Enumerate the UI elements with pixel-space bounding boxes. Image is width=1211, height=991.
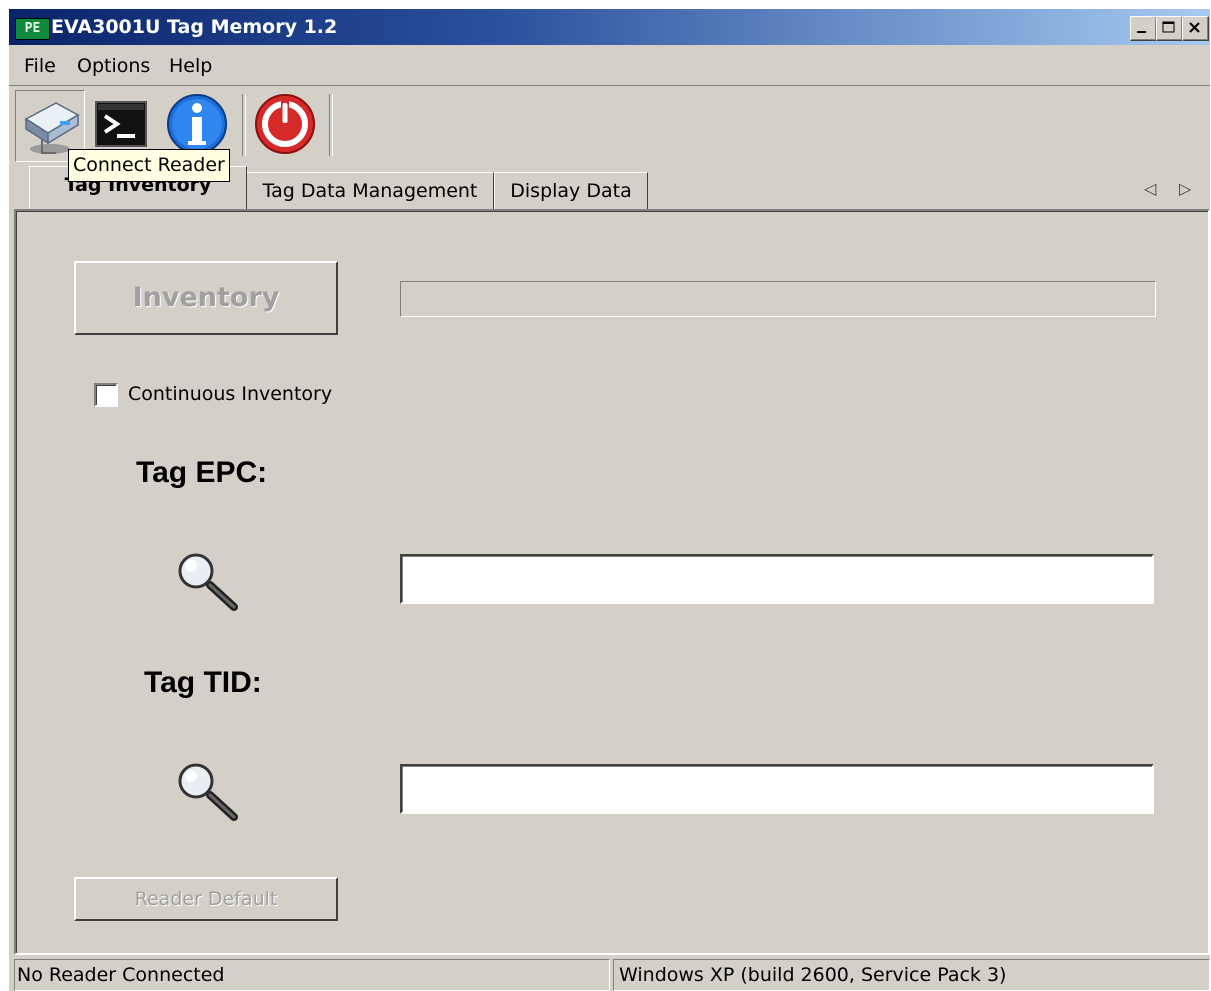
reader-default-button[interactable]: Reader Default (74, 877, 338, 921)
status-os: Windows XP (build 2600, Service Pack 3) (613, 959, 1210, 991)
menu-help-label: Help (169, 55, 213, 77)
magnifier-icon[interactable] (176, 551, 248, 615)
toolbar-separator (242, 94, 246, 156)
tag-epc-field[interactable] (400, 554, 1154, 604)
power-button[interactable] (251, 90, 319, 160)
tooltip: Connect Reader (68, 149, 230, 182)
inventory-progress-bar (400, 281, 1156, 317)
tab-scroll-left-icon[interactable]: ◁ (1144, 179, 1156, 198)
close-icon (1189, 22, 1200, 33)
tab-display-data[interactable]: Display Data (494, 172, 648, 210)
menu-help[interactable]: Help (169, 55, 212, 77)
toolbar-separator (329, 94, 333, 156)
menu-options-label: Options (77, 55, 151, 77)
menu-options[interactable]: Options (77, 55, 150, 77)
maximize-button[interactable] (1156, 16, 1183, 41)
maximize-icon (1162, 21, 1175, 33)
magnifier-icon[interactable] (176, 761, 248, 825)
tag-inventory-panel: Inventory Continuous Inventory Tag EPC: … (14, 209, 1210, 955)
minimize-button[interactable] (1130, 16, 1157, 41)
menu-file-label: File (24, 55, 56, 77)
continuous-inventory-checkbox[interactable] (94, 383, 118, 407)
status-connection: No Reader Connected (14, 959, 610, 991)
close-button[interactable] (1182, 16, 1209, 41)
menu-bar: File Options Help (9, 51, 1210, 79)
continuous-inventory-label: Continuous Inventory (128, 383, 333, 405)
app-logo-icon: PE (15, 18, 50, 40)
window-title: EVA3001U Tag Memory 1.2 (51, 16, 338, 38)
tab-label: Display Data (510, 180, 632, 202)
minimize-icon (1137, 31, 1146, 33)
tag-tid-label: Tag TID: (144, 666, 262, 699)
tag-tid-field[interactable] (400, 764, 1154, 814)
tab-tag-data-management[interactable]: Tag Data Management (246, 172, 494, 210)
tag-epc-label: Tag EPC: (136, 456, 268, 489)
title-bar[interactable]: PE EVA3001U Tag Memory 1.2 (9, 9, 1210, 45)
app-window: PE EVA3001U Tag Memory 1.2 File Options … (8, 9, 1210, 991)
power-icon (255, 94, 315, 154)
status-bar: No Reader Connected Windows XP (build 26… (9, 959, 1210, 991)
tab-label: Tag Data Management (262, 180, 478, 202)
menu-file[interactable]: File (24, 55, 56, 77)
inventory-button[interactable]: Inventory (74, 261, 338, 335)
tab-scroll-right-icon[interactable]: ▷ (1179, 179, 1191, 198)
